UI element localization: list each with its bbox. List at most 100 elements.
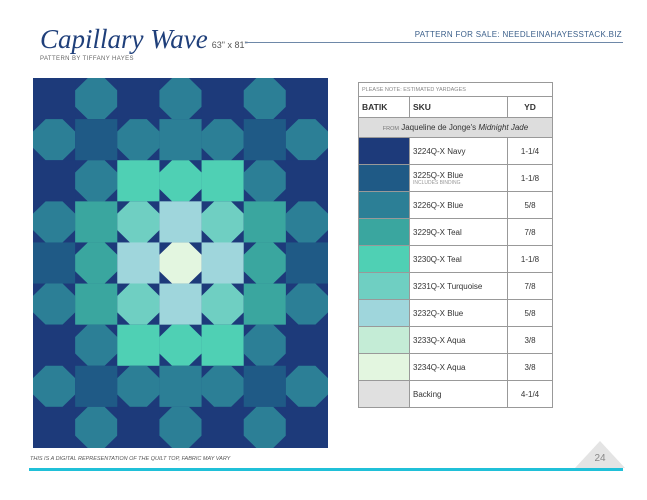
yd-cell: 4-1/4 [507,380,553,408]
quilt-block [75,365,118,408]
sku: 3232Q-X Blue [413,308,464,318]
snowball-block [285,283,328,325]
quilt-block [285,242,328,285]
from-label: FROM [382,126,399,132]
fabric-swatch [358,272,410,300]
fabric-swatch [358,218,410,246]
snowball-block [159,242,202,284]
fabric-swatch [358,299,410,327]
yd-cell: 7/8 [507,272,553,300]
yd-cell: 5/8 [507,191,553,219]
fabric-row: Backing 4-1/4 [358,380,553,408]
sku: 3225Q-X Blue [413,170,464,180]
pattern-page: Capillary Wave 63" x 81" PATTERN FOR SALE… [0,0,647,500]
quilt-size: 63" x 81" [211,40,248,50]
footer-note: THIS IS A DIGITAL REPRESENTATION OF THE … [30,456,231,462]
quilt-block [33,242,76,285]
fabric-row: 3226Q-X Blue 5/8 [358,191,553,219]
quilt-image [33,78,328,448]
header-yd: YD [507,96,553,118]
sku-cell: 3226Q-X Blue [409,191,508,219]
fabric-swatch [358,326,410,354]
sku-cell: 3232Q-X Blue [409,299,508,327]
quilt-block [159,119,203,161]
fabric-swatch [358,380,410,408]
fabric-row: 3231Q-X Turquoise 7/8 [358,272,553,300]
yd-cell: 1-1/8 [507,245,553,273]
quilt-block [243,201,287,243]
quilt-block [117,406,160,448]
page-number: 24 [594,453,606,464]
quilt-block [117,78,160,120]
quilt-block [201,78,245,120]
header-batik: BATIK [358,96,410,118]
sku: 3234Q-X Aqua [413,362,466,372]
snowball-block [285,119,328,161]
quilt-block [201,324,245,367]
designer: Jaqueline de Jonge's [401,123,477,132]
quilt-block [243,365,287,408]
fabric-swatch [358,164,410,192]
quilt-block [33,406,76,448]
pattern-title: Capillary Wave 63" x 81" [40,24,248,55]
yd-cell: 3/8 [507,326,553,354]
quilt-block [75,201,118,243]
fabric-row: 3234Q-X Aqua 3/8 [358,353,553,381]
quilt-block [285,324,328,367]
sale-link[interactable]: PATTERN FOR SALE: NEEDLEINAHAYESSTACK.BI… [415,30,622,39]
yardage-table: PLEASE NOTE: ESTIMATED YARDAGES BATIK SKU… [358,82,553,408]
footer-divider [29,468,623,471]
quilt-block [33,78,76,120]
snowball-block [201,283,244,325]
quilt-block [243,119,287,161]
quilt-block [285,160,328,202]
sku-cell: 3230Q-X Teal [409,245,508,273]
fabric-row: 3230Q-X Teal 1-1/8 [358,245,553,273]
snowball-block [117,201,160,243]
yd-cell: 1-1/4 [507,137,553,165]
collection-name: Midnight Jade [478,123,529,132]
sku: 3224Q-X Navy [413,146,466,156]
snowball-block [75,242,118,284]
snowball-block [159,324,202,366]
quilt-block [201,242,245,285]
fabric-row: 3224Q-X Navy 1-1/4 [358,137,553,165]
sku: 3231Q-X Turquoise [413,281,483,291]
header-divider [245,42,623,43]
fabric-row: 3232Q-X Blue 5/8 [358,299,553,327]
sku-cell: 3225Q-X Blue INCLUDES BINDING [409,164,508,192]
snowball-block [285,201,328,243]
fabric-row: 3233Q-X Aqua 3/8 [358,326,553,354]
quilt-block [285,78,328,120]
quilt-block [285,406,328,448]
sku-note: INCLUDES BINDING [413,179,461,186]
snowball-block [243,242,286,284]
sku: 3226Q-X Blue [413,200,464,210]
sku: Backing [413,389,442,399]
title-text: Capillary Wave [40,24,208,54]
quilt-block [201,160,245,202]
snowball-block [201,201,244,243]
fabric-swatch [358,137,410,165]
quilt-block [201,406,245,448]
fabric-row: 3225Q-X Blue INCLUDES BINDING 1-1/8 [358,164,553,192]
table-note: PLEASE NOTE: ESTIMATED YARDAGES [358,82,553,97]
sku: 3229Q-X Teal [413,227,462,237]
fabric-swatch [358,245,410,273]
yd-cell: 3/8 [507,353,553,381]
fabric-swatch [358,353,410,381]
sku-cell: 3231Q-X Turquoise [409,272,508,300]
sku-cell: 3233Q-X Aqua [409,326,508,354]
byline: PATTERN BY TIFFANY HAYES [40,56,134,62]
sku-cell: 3229Q-X Teal [409,218,508,246]
sku-cell: 3234Q-X Aqua [409,353,508,381]
snowball-block [33,201,76,243]
quilt-block [117,242,160,285]
fabric-swatch [358,191,410,219]
yd-cell: 1-1/8 [507,164,553,192]
quilt-block [159,283,203,326]
sku-cell: 3224Q-X Navy [409,137,508,165]
quilt-block [159,365,203,408]
quilt-block [33,324,76,367]
header-sku: SKU [409,96,508,118]
